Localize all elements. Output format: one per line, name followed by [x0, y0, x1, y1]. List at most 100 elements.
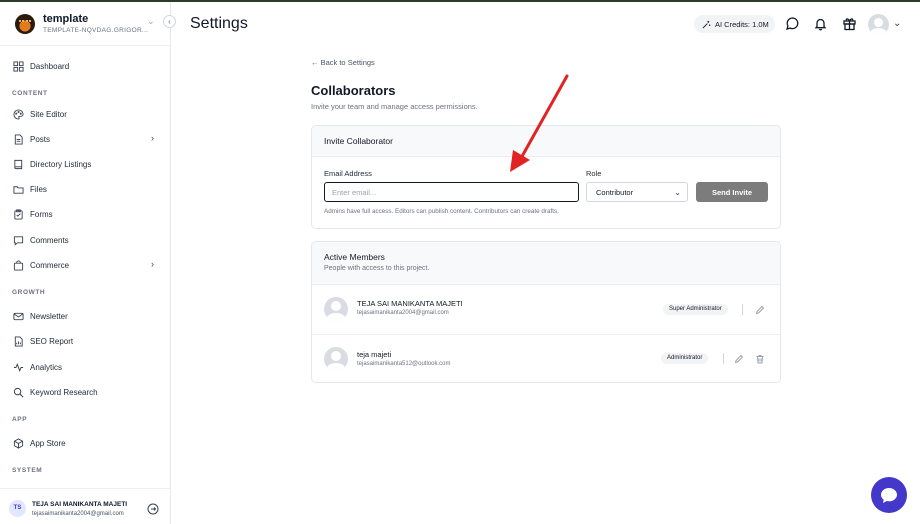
sidebar: template TEMPLATE-NQVDAG.GRIGOR... ⌄ Das…	[0, 2, 171, 524]
avatar: TS	[9, 500, 26, 517]
search-icon	[13, 387, 24, 397]
chevron-right-icon: ›	[151, 259, 154, 269]
chat-bubble-icon	[881, 488, 897, 503]
sidebar-item-posts[interactable]: Posts ›	[0, 129, 170, 149]
role-select[interactable]: Contributor ⌄	[586, 182, 688, 202]
card-title: Active Members	[324, 252, 385, 262]
section-content: CONTENT	[12, 90, 48, 97]
annotation-arrow	[510, 74, 569, 172]
member-name: TEJA SAI MANIKANTA MAJETI	[357, 299, 463, 308]
page-title: Settings	[190, 15, 248, 32]
user-avatar[interactable]	[868, 14, 889, 35]
sidebar-item-label: Newsletter	[30, 311, 68, 321]
shopping-bag-icon	[13, 259, 24, 271]
sidebar-item-label: Directory Listings	[30, 159, 92, 169]
sidebar-item-label: Site Editor	[30, 109, 67, 119]
sidebar-item-comments[interactable]: Comments	[0, 230, 170, 250]
user-name: TEJA SAI MANIKANTA MAJETI	[32, 501, 128, 508]
sidebar-item-keyword-research[interactable]: Keyword Research	[0, 382, 170, 402]
analytics-icon	[13, 362, 24, 372]
role-badge: Super Administrator	[663, 304, 728, 315]
member-email: tejasaimanikanta2004@gmail.com	[357, 310, 449, 316]
chevron-updown-icon: ⌄	[147, 16, 155, 26]
project-name: template	[43, 13, 89, 25]
edit-icon[interactable]	[734, 354, 744, 364]
sidebar-item-label: Dashboard	[30, 61, 70, 71]
role-badge: Administrator	[661, 353, 709, 364]
ai-credits-badge[interactable]: AI Credits: 1.0M	[694, 15, 775, 33]
report-icon	[14, 335, 23, 347]
box-icon	[13, 437, 24, 449]
mail-icon	[13, 312, 24, 320]
sidebar-item-label: Posts	[30, 134, 51, 144]
role-label: Role	[586, 169, 602, 178]
section-app: APP	[12, 416, 28, 423]
collapse-sidebar-button[interactable]: ‹	[163, 15, 176, 28]
user-email: tejasaimanikanta2004@gmail.com	[32, 511, 124, 517]
sidebar-item-label: Commerce	[30, 260, 70, 270]
sidebar-item-label: SEO Report	[30, 336, 74, 346]
role-hint: Admins have full access. Editors can pub…	[324, 208, 559, 215]
chat-icon[interactable]	[785, 16, 800, 31]
sidebar-item-dashboard[interactable]: Dashboard	[0, 56, 170, 76]
section-system: SYSTEM	[12, 467, 43, 474]
bell-icon[interactable]	[813, 16, 828, 31]
role-selected-value: Contributor	[596, 187, 634, 197]
comment-icon	[13, 235, 24, 246]
back-to-settings-link[interactable]: ← Back to Settings	[311, 58, 375, 67]
clipboard-icon	[14, 208, 23, 220]
project-switcher[interactable]: template TEMPLATE-NQVDAG.GRIGOR... ⌄	[0, 2, 171, 46]
avatar	[324, 297, 348, 321]
member-name: teja majeti	[357, 350, 392, 359]
project-logo	[15, 14, 35, 34]
section-title: Collaborators	[311, 83, 396, 98]
sidebar-item-analytics[interactable]: Analytics	[0, 357, 170, 377]
avatar	[324, 347, 348, 371]
member-row: teja majeti tejasaimanikanta512@outlook.…	[312, 334, 780, 382]
sidebar-item-label: Analytics	[30, 362, 63, 372]
sidebar-item-app-store[interactable]: App Store	[0, 433, 170, 453]
sidebar-item-site-editor[interactable]: Site Editor	[0, 104, 170, 124]
support-chat-button[interactable]	[871, 477, 907, 513]
sidebar-item-label: Files	[30, 184, 47, 194]
sidebar-item-label: Comments	[30, 235, 69, 245]
divider	[742, 304, 743, 315]
sidebar-item-commerce[interactable]: Commerce ›	[0, 255, 170, 275]
sidebar-item-label: Forms	[30, 209, 53, 219]
folder-icon	[13, 185, 24, 194]
active-members-card: Active Members People with access to thi…	[311, 241, 781, 383]
send-invite-button[interactable]: Send Invite	[696, 182, 768, 202]
sidebar-item-label: Keyword Research	[30, 387, 98, 397]
email-label: Email Address	[324, 169, 372, 178]
gift-icon[interactable]	[842, 16, 857, 31]
sidebar-item-label: App Store	[30, 438, 66, 448]
member-row: TEJA SAI MANIKANTA MAJETI tejasaimanikan…	[312, 285, 780, 334]
card-description: People with access to this project.	[324, 265, 430, 272]
sidebar-item-newsletter[interactable]: Newsletter	[0, 306, 170, 326]
magic-wand-icon	[702, 20, 711, 28]
email-field[interactable]	[324, 182, 579, 202]
card-header: Active Members People with access to thi…	[312, 242, 780, 285]
back-link-label: Back to Settings	[320, 58, 375, 67]
book-icon	[14, 159, 23, 169]
logout-icon[interactable]	[147, 503, 159, 515]
sidebar-item-forms[interactable]: Forms	[0, 204, 170, 224]
sidebar-item-seo-report[interactable]: SEO Report	[0, 331, 170, 351]
dashboard-icon	[13, 60, 24, 72]
section-growth: GROWTH	[12, 289, 46, 296]
document-icon	[14, 133, 23, 145]
ai-credits-label: AI Credits: 1.0M	[715, 19, 769, 29]
card-title: Invite Collaborator	[324, 136, 393, 146]
palette-icon	[13, 108, 24, 120]
sidebar-item-directory-listings[interactable]: Directory Listings	[0, 154, 170, 174]
divider	[723, 353, 724, 364]
project-domain: TEMPLATE-NQVDAG.GRIGOR...	[43, 27, 149, 34]
edit-icon[interactable]	[755, 305, 765, 315]
chevron-right-icon: ›	[151, 133, 154, 143]
trash-icon[interactable]	[755, 354, 765, 364]
sidebar-item-files[interactable]: Files	[0, 179, 170, 199]
sidebar-user[interactable]: TS TEJA SAI MANIKANTA MAJETI tejasaimani…	[0, 488, 170, 524]
chevron-down-icon: ⌄	[674, 188, 681, 197]
chevron-down-icon[interactable]: ⌄	[893, 18, 901, 29]
arrow-left-icon: ←	[311, 58, 321, 67]
